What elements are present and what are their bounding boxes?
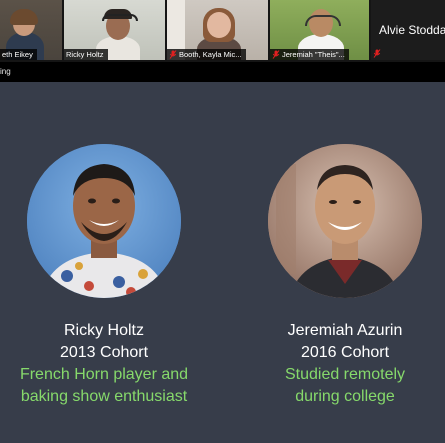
zoom-meeting-window: eth Eikey Ricky Holtz Booth, Kayla Mic..… [0, 0, 445, 443]
portrait-jeremiah-azurin [268, 144, 422, 298]
participant-tile-ricky[interactable]: Ricky Holtz [64, 0, 165, 60]
person-fact-line: Studied remotely [284, 366, 406, 383]
participant-name-label: Jeremiah "Theis"... [270, 49, 349, 60]
participant-tile-jeremiah[interactable]: Jeremiah "Theis"... [270, 0, 369, 60]
participant-name: eth Eikey [2, 50, 33, 59]
participant-tile-elizabeth[interactable]: eth Eikey [0, 0, 62, 60]
participant-name: Ricky Holtz [66, 50, 104, 59]
participant-tile-alvie[interactable]: Alvie Stodda [371, 0, 445, 60]
muted-mic-icon [272, 50, 280, 59]
participant-name-label: Booth, Kayla Mic... [167, 49, 246, 60]
portrait-ricky-holtz [27, 144, 181, 298]
person-name: Ricky Holtz [63, 322, 144, 339]
muted-mic-icon [373, 49, 381, 58]
muted-mic-icon [169, 50, 177, 59]
participant-name: Jeremiah "Theis"... [282, 50, 345, 59]
shared-slide: Ricky Holtz 2013 Cohort French Horn play… [0, 82, 445, 443]
participant-strip: eth Eikey Ricky Holtz Booth, Kayla Mic..… [0, 0, 445, 62]
participant-name: Booth, Kayla Mic... [179, 50, 242, 59]
participant-name: Alvie Stodda [379, 23, 445, 37]
person-fact-line: baking show enthusiast [20, 388, 188, 405]
person-name: Jeremiah Azurin [287, 322, 403, 339]
participant-tile-kayla[interactable]: Booth, Kayla Mic... [167, 0, 268, 60]
participant-name-label: Ricky Holtz [64, 49, 108, 60]
person-cohort: 2013 Cohort [59, 344, 149, 361]
person-fact-line: during college [295, 388, 395, 405]
screen-share-bar: ing [0, 62, 445, 82]
person-cohort: 2016 Cohort [300, 344, 390, 361]
person-fact-line: French Horn player and [19, 366, 189, 383]
participant-name-label: eth Eikey [0, 49, 37, 60]
screen-share-label: ing [0, 67, 11, 76]
